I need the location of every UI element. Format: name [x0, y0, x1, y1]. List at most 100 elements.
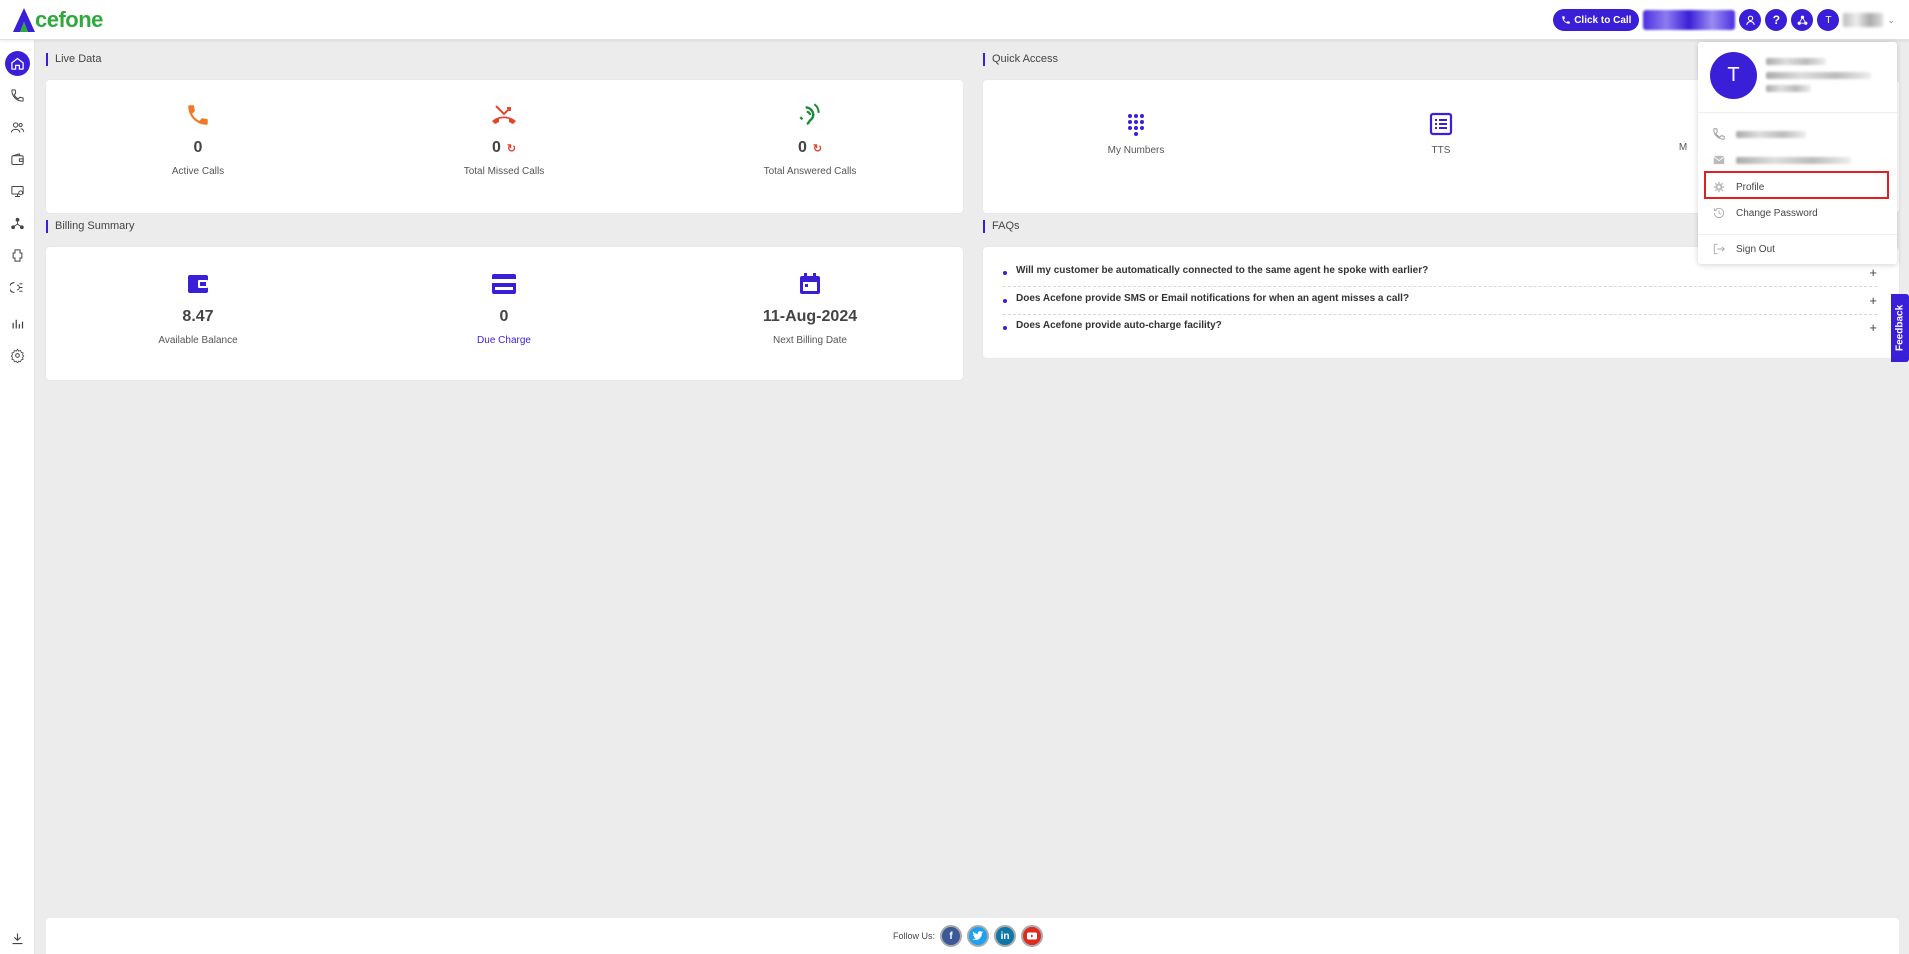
- dropdown-phone: [1712, 124, 1892, 144]
- youtube-icon[interactable]: [1021, 925, 1044, 947]
- due-charge-stat: 0 Due Charge: [404, 269, 604, 346]
- faqs-title: FAQs: [983, 220, 1020, 233]
- monitor-icon: [11, 186, 24, 197]
- dropdown-avatar: T: [1710, 52, 1757, 99]
- due-charge-value: 0: [499, 308, 509, 325]
- faq-item[interactable]: Will my customer be automatically connec…: [1003, 260, 1877, 287]
- faq-question[interactable]: Will my customer be automatically connec…: [1016, 265, 1428, 276]
- next-billing-value: 11-Aug-2024: [762, 308, 858, 325]
- logo-a-icon: [13, 8, 35, 32]
- feedback-tab[interactable]: Feedback: [1891, 294, 1909, 362]
- sidebar-item-download[interactable]: [5, 926, 30, 951]
- missed-call-icon: [492, 105, 516, 124]
- agent-icon: [1746, 15, 1755, 25]
- expand-icon[interactable]: +: [1869, 320, 1877, 335]
- answered-calls-label: Total Answered Calls: [763, 166, 857, 177]
- missed-calls-value: 0: [491, 139, 501, 156]
- billing-summary-title: Billing Summary: [46, 220, 134, 233]
- user-name[interactable]: [1843, 13, 1884, 27]
- logo-text: cefone: [35, 7, 103, 32]
- follow-us-label: Follow Us:: [893, 931, 936, 941]
- sidebar-item-reports[interactable]: [5, 311, 30, 336]
- chevron-down-icon[interactable]: ⌄: [1887, 15, 1895, 26]
- active-calls-label: Active Calls: [171, 166, 225, 177]
- left-sidebar: [0, 40, 35, 954]
- dropdown-email: [1712, 150, 1892, 170]
- integrations-button[interactable]: [1791, 9, 1814, 31]
- missed-calls-label: Total Missed Calls: [463, 166, 545, 177]
- users-icon: [10, 122, 25, 133]
- credit-card-icon: [492, 274, 516, 294]
- bullet-icon: [1003, 299, 1007, 303]
- click-to-call-button[interactable]: Click to Call: [1553, 9, 1640, 31]
- home-icon: [11, 57, 24, 70]
- puzzle-icon: [12, 249, 23, 262]
- twitter-icon[interactable]: [967, 925, 990, 947]
- faq-item[interactable]: Does Acefone provide SMS or Email notifi…: [1003, 288, 1877, 315]
- answered-call-icon: [799, 103, 820, 125]
- sidebar-item-monitor[interactable]: [5, 179, 30, 204]
- user-dropdown-menu: T Profile Change Password Sign Out: [1698, 42, 1897, 264]
- sidebar-item-integrations[interactable]: [5, 243, 30, 268]
- wallet-icon: [11, 153, 24, 165]
- sidebar-item-home[interactable]: [5, 51, 30, 76]
- sidebar-item-network[interactable]: [5, 211, 30, 236]
- twitter-bird-icon: [972, 931, 984, 941]
- follow-us: Follow Us: f in: [893, 925, 1044, 947]
- sign-out-label: Sign Out: [1736, 243, 1775, 255]
- sign-out-icon: [1713, 243, 1725, 255]
- dialpad-icon: [1128, 114, 1144, 136]
- linkedin-icon[interactable]: in: [994, 925, 1017, 947]
- missed-calls-stat: 0 ↻ Total Missed Calls: [404, 100, 604, 177]
- facebook-icon[interactable]: f: [940, 925, 963, 947]
- expand-icon[interactable]: +: [1869, 293, 1877, 308]
- quick-access-my-numbers[interactable]: My Numbers: [1056, 112, 1216, 156]
- phone-icon: [1713, 128, 1725, 140]
- sidebar-item-calls[interactable]: [5, 83, 30, 108]
- download-icon: [12, 933, 23, 945]
- bullet-icon: [1003, 271, 1007, 275]
- active-calls-stat: 0 Active Calls: [98, 100, 298, 177]
- dropdown-user-role: [1766, 85, 1811, 92]
- tts-list-icon: [1429, 112, 1453, 136]
- dropdown-phone-value: [1736, 130, 1806, 138]
- available-balance-stat: 8.47 Available Balance: [98, 269, 298, 346]
- faq-question[interactable]: Does Acefone provide SMS or Email notifi…: [1016, 293, 1409, 304]
- my-numbers-label: My Numbers: [1107, 145, 1165, 156]
- sidebar-item-users[interactable]: [5, 115, 30, 140]
- refresh-icon[interactable]: ↻: [813, 142, 822, 155]
- available-balance-label: Available Balance: [158, 335, 238, 346]
- caller-id-number[interactable]: [1643, 10, 1736, 30]
- dropdown-user-email: [1766, 72, 1871, 79]
- header-actions: Click to Call ? T ⌄: [1553, 9, 1895, 31]
- change-password-label: Change Password: [1736, 207, 1818, 219]
- support-icon: [10, 281, 23, 294]
- faq-item[interactable]: Does Acefone provide auto-charge facilit…: [1003, 315, 1877, 342]
- wallet-icon: [188, 275, 208, 293]
- faq-question[interactable]: Does Acefone provide auto-charge facilit…: [1016, 320, 1222, 331]
- quick-access-tts[interactable]: TTS: [1361, 112, 1521, 156]
- help-button[interactable]: ?: [1765, 9, 1788, 31]
- expand-icon[interactable]: +: [1869, 265, 1877, 280]
- dropdown-sign-out[interactable]: Sign Out: [1712, 239, 1892, 259]
- user-avatar-button[interactable]: T: [1817, 9, 1840, 31]
- profile-highlight-box: [1704, 171, 1889, 199]
- phone-icon: [11, 89, 24, 102]
- billing-summary-card: 8.47 Available Balance 0 Due Charge 11-A…: [46, 247, 963, 380]
- top-header: cefone Click to Call ? T ⌄: [0, 0, 1909, 40]
- dropdown-email-value: [1736, 156, 1851, 164]
- sidebar-item-wallet[interactable]: [5, 147, 30, 172]
- refresh-icon[interactable]: ↻: [507, 142, 516, 155]
- history-icon: [1713, 207, 1725, 219]
- integrations-icon: [1797, 15, 1808, 25]
- acefone-logo[interactable]: cefone: [12, 4, 103, 36]
- chart-icon: [12, 319, 24, 329]
- due-charge-link[interactable]: Due Charge: [404, 335, 604, 346]
- sidebar-item-settings[interactable]: [5, 343, 30, 368]
- dropdown-change-password[interactable]: Change Password: [1712, 203, 1892, 223]
- sidebar-item-support[interactable]: [5, 275, 30, 300]
- agent-status-button[interactable]: [1739, 9, 1762, 31]
- youtube-play-icon: [1027, 932, 1038, 940]
- live-data-title: Live Data: [46, 53, 101, 66]
- tts-label: TTS: [1431, 145, 1451, 156]
